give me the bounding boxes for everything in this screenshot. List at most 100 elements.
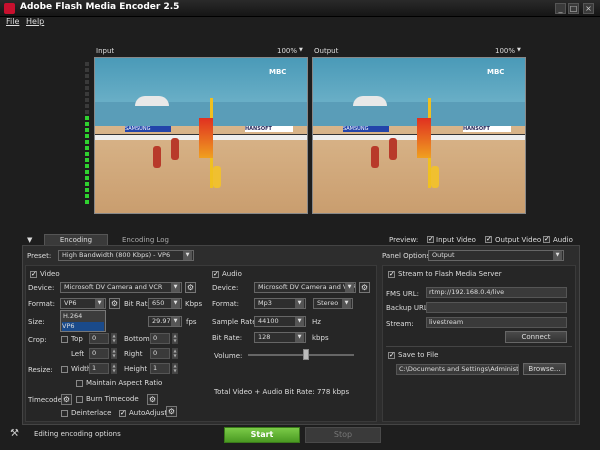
video-fps-select[interactable]: 29.97 — [148, 316, 182, 327]
crop-right-stepper[interactable]: ▲ ▼ — [172, 348, 178, 359]
audio-device-select[interactable]: Microsoft DV Camera and VCR — [254, 282, 356, 293]
connect-button[interactable]: Connect — [505, 331, 567, 343]
browse-button[interactable]: Browse... — [523, 363, 566, 375]
format-option-h264[interactable]: H.264 — [63, 312, 103, 321]
resize-height-label: Height — [124, 365, 148, 373]
resize-width-input[interactable]: 1 — [89, 363, 109, 374]
crop-top-checkbox[interactable] — [61, 336, 68, 343]
video-section-label: Video — [40, 270, 60, 278]
volume-label: Volume: — [214, 352, 243, 360]
video-format-select[interactable]: VP6 — [60, 298, 106, 309]
crop-top-input[interactable]: 0 — [89, 333, 109, 344]
save-to-file-checkbox[interactable] — [388, 351, 395, 359]
crop-right-input[interactable]: 0 — [150, 348, 170, 359]
broadcaster-logo: MBC — [269, 68, 287, 76]
stream-name-input[interactable]: livestream — [426, 317, 567, 328]
meter-segment — [85, 176, 89, 180]
maximize-button[interactable]: □ — [568, 3, 579, 14]
meter-segment — [85, 98, 89, 102]
menu-file[interactable]: File — [6, 17, 19, 26]
meter-segment — [85, 188, 89, 192]
input-video-preview: SAMSUNG HANSOFT MBC — [94, 57, 308, 214]
maintain-aspect-checkbox[interactable] — [76, 380, 83, 387]
meter-segment — [85, 68, 89, 72]
resize-height-stepper[interactable]: ▲ ▼ — [172, 363, 178, 374]
crop-bottom-stepper[interactable]: ▲ ▼ — [172, 333, 178, 344]
meter-segment — [85, 134, 89, 138]
video-device-select[interactable]: Microsoft DV Camera and VCR — [60, 282, 182, 293]
audio-format-label: Format: — [212, 300, 240, 308]
format-option-vp6[interactable]: VP6 — [62, 322, 104, 331]
wrench-icon: ⚒ — [10, 428, 19, 439]
meter-segment — [85, 128, 89, 132]
crop-bottom-label: Bottom — [124, 335, 150, 343]
deinterlace-label: Deinterlace — [71, 409, 112, 417]
input-zoom-select[interactable]: 100% — [277, 47, 297, 55]
resize-height-input[interactable]: 1 — [150, 363, 170, 374]
close-button[interactable]: × — [583, 3, 594, 14]
audio-bitrate-label: Bit Rate: — [212, 334, 243, 342]
timecode-wrench-icon[interactable]: ⚙ — [61, 394, 72, 405]
audio-section-label: Audio — [222, 270, 242, 278]
volume-slider-thumb[interactable] — [303, 349, 310, 360]
audio-enable-checkbox[interactable] — [212, 270, 219, 278]
video-format-wrench-icon[interactable]: ⚙ — [109, 298, 120, 309]
video-bitrate-select[interactable]: 650 — [148, 298, 182, 309]
menu-help[interactable]: Help — [26, 17, 44, 26]
autoadjust-checkbox[interactable] — [119, 409, 126, 417]
stream-to-fms-checkbox[interactable] — [388, 270, 395, 278]
meter-segment — [85, 62, 89, 66]
autoadjust-wrench-icon[interactable]: ⚙ — [166, 406, 177, 417]
video-device-settings-wrench-icon[interactable]: ⚙ — [185, 282, 196, 293]
video-format-label: Format: — [28, 300, 56, 308]
chevron-down-icon[interactable]: ▼ — [299, 47, 303, 53]
meter-segment — [85, 182, 89, 186]
preview-input-video-label: Input Video — [436, 236, 476, 244]
crop-top-label: Top — [71, 335, 83, 343]
audio-channels-select[interactable]: Stereo — [313, 298, 353, 309]
save-path-input[interactable]: C:\Documents and Settings\Administrat — [396, 364, 519, 375]
meter-segment — [85, 110, 89, 114]
deinterlace-checkbox[interactable] — [61, 410, 68, 417]
audio-bitrate-select[interactable]: 128 — [254, 332, 306, 343]
preview-audio-checkbox[interactable] — [543, 235, 550, 243]
crop-top-stepper[interactable]: ▲ ▼ — [111, 333, 117, 344]
backup-url-input[interactable] — [426, 302, 567, 313]
stop-button[interactable]: Stop — [305, 427, 381, 443]
total-bitrate-text: Total Video + Audio Bit Rate: 778 kbps — [214, 388, 350, 396]
burn-timecode-wrench-icon[interactable]: ⚙ — [147, 394, 158, 405]
input-label: Input — [96, 47, 115, 55]
preview-output-video-checkbox[interactable] — [485, 235, 492, 243]
minimize-button[interactable]: _ — [555, 3, 566, 14]
app-icon — [4, 3, 15, 14]
audio-device-wrench-icon[interactable]: ⚙ — [359, 282, 370, 293]
preview-output-video-label: Output Video — [495, 236, 542, 244]
collapse-arrow-icon[interactable]: ▼ — [27, 236, 32, 244]
banner: SAMSUNG — [343, 126, 389, 132]
video-enable-checkbox[interactable] — [30, 270, 37, 278]
chevron-down-icon[interactable]: ▼ — [517, 47, 521, 53]
preset-select[interactable]: High Bandwidth (800 Kbps) - VP6 — [58, 250, 194, 261]
resize-width-stepper[interactable]: ▲ ▼ — [111, 363, 117, 374]
video-device-label: Device: — [28, 284, 55, 292]
crop-left-stepper[interactable]: ▲ ▼ — [111, 348, 117, 359]
burn-timecode-checkbox[interactable] — [76, 396, 83, 403]
output-zoom-select[interactable]: 100% — [495, 47, 515, 55]
preview-input-video-checkbox[interactable] — [427, 235, 434, 243]
crop-bottom-input[interactable]: 0 — [150, 333, 170, 344]
sample-rate-select[interactable]: 44100 — [254, 316, 306, 327]
window-title: Adobe Flash Media Encoder 2.5 — [20, 2, 180, 12]
panel-options-select[interactable]: Output — [428, 250, 564, 261]
meter-segment — [85, 80, 89, 84]
crop-left-input[interactable]: 0 — [89, 348, 109, 359]
resize-checkbox[interactable] — [61, 366, 68, 373]
fms-url-input[interactable]: rtmp://192.168.0.4/live — [426, 287, 567, 298]
backup-url-label: Backup URL: — [386, 304, 431, 312]
burn-timecode-label: Burn Timecode — [86, 395, 139, 403]
autoadjust-label: AutoAdjust — [129, 409, 168, 417]
audio-format-select[interactable]: Mp3 — [254, 298, 306, 309]
start-button[interactable]: Start — [224, 427, 300, 443]
volume-slider-track[interactable] — [248, 354, 354, 356]
divider — [386, 346, 572, 347]
format-dropdown-list: H.264 VP6 — [60, 310, 106, 332]
